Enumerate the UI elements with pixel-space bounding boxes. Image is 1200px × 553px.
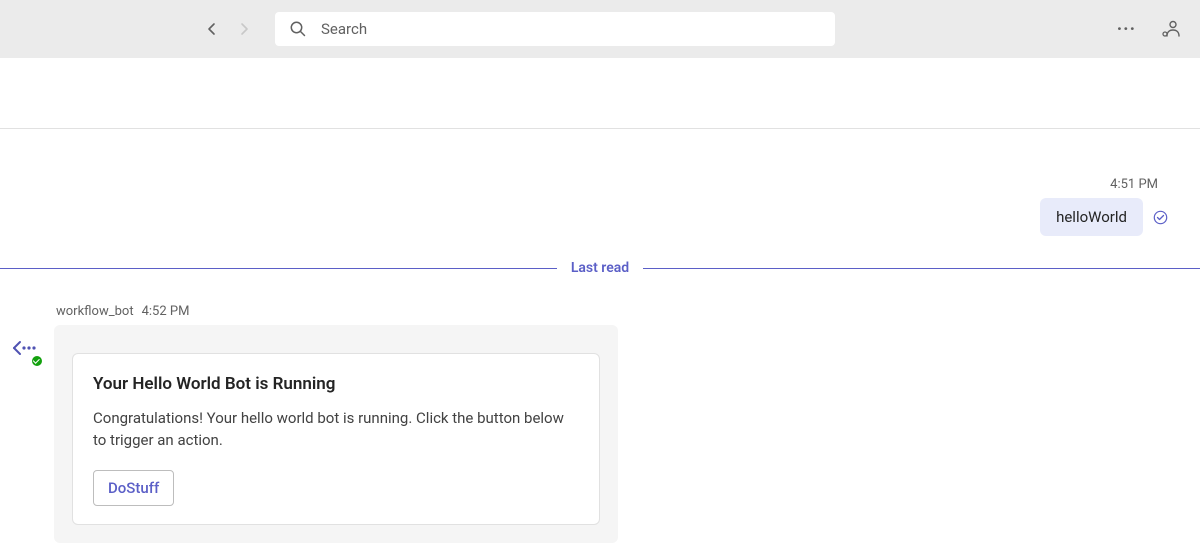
bot-avatar[interactable] xyxy=(8,332,42,366)
search-input[interactable] xyxy=(321,20,821,38)
back-arrow-icon[interactable] xyxy=(205,22,219,36)
bot-message-header: workflow_bot 4:52 PM xyxy=(54,304,618,319)
forward-arrow-icon[interactable] xyxy=(237,22,251,36)
search-box[interactable] xyxy=(275,12,835,46)
header-right: ··· xyxy=(1117,19,1180,40)
nav-arrows xyxy=(205,22,251,36)
bot-status-available-icon xyxy=(30,354,44,368)
divider-line-right xyxy=(643,268,1200,269)
read-receipt-icon xyxy=(1153,210,1168,225)
app-header: ··· xyxy=(0,0,1200,58)
last-read-divider: Last read xyxy=(0,260,1200,276)
user-message-time: 4:51 PM xyxy=(1110,177,1168,192)
bot-content: workflow_bot 4:52 PM Your Hello World Bo… xyxy=(54,304,618,543)
user-message-text[interactable]: helloWorld xyxy=(1040,198,1143,236)
bot-card-container: Your Hello World Bot is Running Congratu… xyxy=(54,325,618,543)
adaptive-card: Your Hello World Bot is Running Congratu… xyxy=(72,353,600,525)
user-bubble-row: helloWorld xyxy=(1040,198,1168,236)
divider-line-left xyxy=(0,268,557,269)
people-icon[interactable] xyxy=(1160,19,1180,39)
bot-sender-name: workflow_bot xyxy=(56,304,134,319)
more-options-icon[interactable]: ··· xyxy=(1117,19,1136,40)
card-body: Congratulations! Your hello world bot is… xyxy=(93,408,579,452)
chat-area: 4:51 PM helloWorld Last read xyxy=(0,58,1200,543)
user-message: 4:51 PM helloWorld xyxy=(0,177,1200,236)
search-icon xyxy=(289,20,307,38)
bot-message: workflow_bot 4:52 PM Your Hello World Bo… xyxy=(0,304,1200,543)
dostuff-button[interactable]: DoStuff xyxy=(93,470,174,506)
card-title: Your Hello World Bot is Running xyxy=(93,374,579,394)
last-read-label: Last read xyxy=(557,260,643,276)
section-divider xyxy=(0,128,1200,129)
bot-message-time: 4:52 PM xyxy=(142,304,190,319)
